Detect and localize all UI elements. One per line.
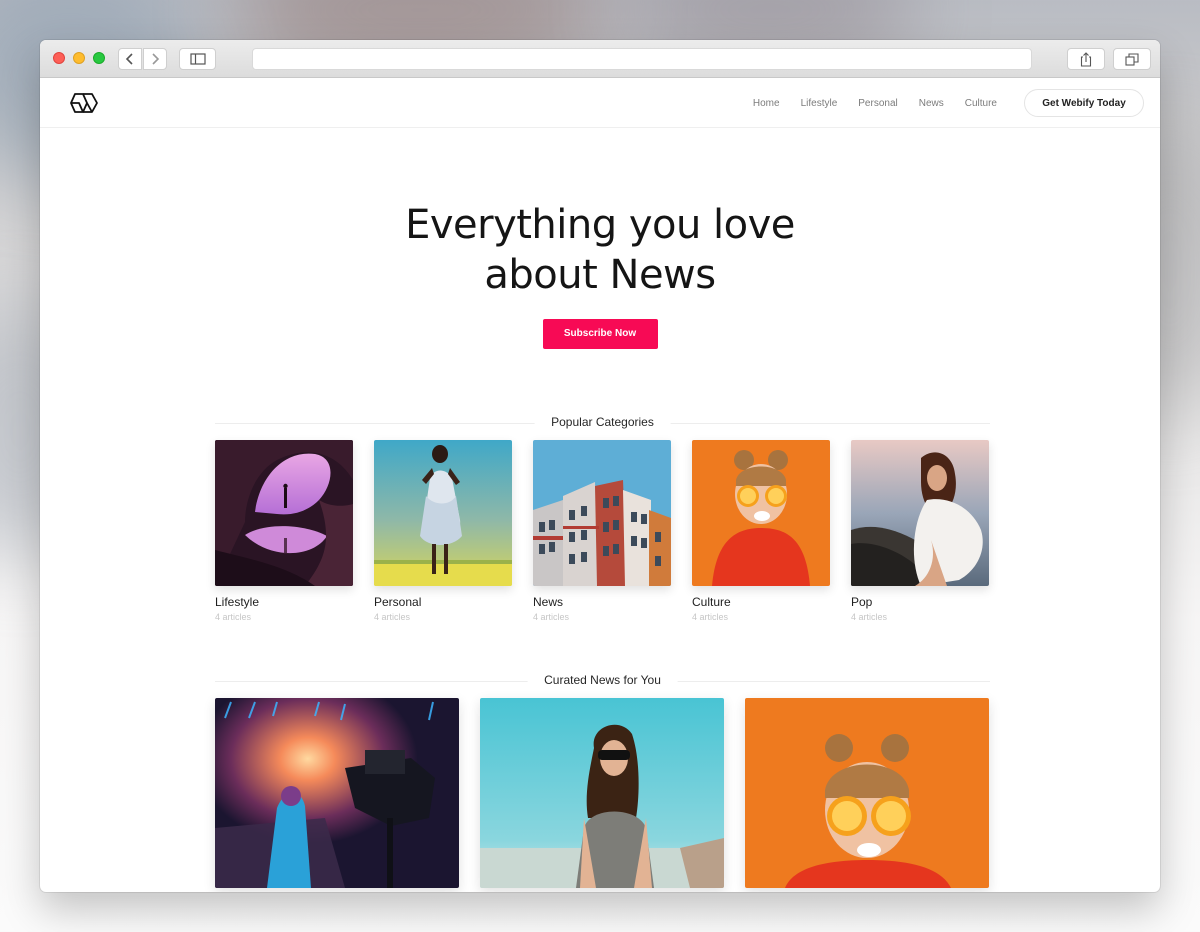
nav-lifestyle[interactable]: Lifestyle (801, 98, 838, 109)
category-count-personal: 4 articles (374, 612, 411, 622)
webify-logo-icon (70, 93, 98, 113)
news-card-1[interactable] (215, 698, 459, 888)
forward-button[interactable] (143, 48, 167, 70)
nav-personal[interactable]: Personal (858, 98, 897, 109)
category-image-personal[interactable] (374, 440, 512, 586)
tabs-overview-button[interactable] (1113, 48, 1151, 70)
category-count-pop: 4 articles (851, 612, 888, 622)
news-card-image[interactable] (215, 698, 459, 888)
category-name-culture: Culture (692, 595, 731, 609)
category-list: Lifestyle 4 articles Personal 4 articles… (215, 440, 1160, 622)
category-card-lifestyle[interactable]: Lifestyle 4 articles (215, 440, 353, 622)
nav-news[interactable]: News (919, 98, 944, 109)
nav-culture[interactable]: Culture (965, 98, 997, 109)
category-image-lifestyle[interactable] (215, 440, 353, 586)
popular-categories-title: Popular Categories (534, 415, 671, 429)
news-card-2[interactable] (480, 698, 724, 888)
category-card-culture[interactable]: Culture 4 articles (692, 440, 830, 622)
news-card-image[interactable] (480, 698, 724, 888)
share-button[interactable] (1067, 48, 1105, 70)
category-name-pop: Pop (851, 595, 873, 609)
hero-title-line-2: about News (484, 252, 716, 298)
category-name-personal: Personal (374, 595, 422, 609)
get-webify-button[interactable]: Get Webify Today (1024, 89, 1144, 117)
category-image-pop[interactable] (851, 440, 989, 586)
category-count-culture: 4 articles (692, 612, 729, 622)
site-logo[interactable] (67, 91, 101, 120)
back-button[interactable] (118, 48, 142, 70)
share-icon (1080, 51, 1092, 67)
category-card-pop[interactable]: Pop 4 articles (851, 440, 989, 622)
subscribe-button[interactable]: Subscribe Now (542, 319, 658, 349)
curated-news-title: Curated News for You (527, 673, 678, 687)
browser-toolbar (40, 40, 1160, 78)
category-count-news: 4 articles (533, 612, 570, 622)
news-card-image[interactable] (745, 698, 989, 888)
popular-categories-heading: Popular Categories (215, 415, 990, 431)
main-nav: Home Lifestyle Personal News Culture (732, 78, 997, 128)
category-name-news: News (533, 595, 564, 609)
close-window-button[interactable] (53, 52, 65, 64)
sidebar-icon (189, 53, 206, 65)
address-bar[interactable] (252, 48, 1032, 70)
curated-news-list (215, 698, 1160, 888)
curated-news-heading: Curated News for You (215, 673, 990, 689)
site-header: Home Lifestyle Personal News Culture Get… (40, 78, 1160, 128)
chevron-right-icon (152, 53, 160, 65)
tabs-icon (1125, 52, 1139, 66)
nav-home[interactable]: Home (753, 98, 780, 109)
category-name-lifestyle: Lifestyle (215, 595, 260, 609)
category-image-culture[interactable] (692, 440, 830, 586)
sidebar-toggle-button[interactable] (179, 48, 216, 70)
news-card-3[interactable] (745, 698, 989, 888)
hero-title: Everything you love about News (40, 200, 1160, 300)
category-card-news[interactable]: News 4 articles (533, 440, 671, 622)
chevron-left-icon (125, 53, 133, 65)
minimize-window-button[interactable] (73, 52, 85, 64)
category-image-news[interactable] (533, 440, 671, 586)
hero: Everything you love about News Subscribe… (40, 128, 1160, 349)
browser-window: Home Lifestyle Personal News Culture Get… (40, 40, 1160, 892)
hero-title-line-1: Everything you love (405, 202, 795, 248)
zoom-window-button[interactable] (93, 52, 105, 64)
category-card-personal[interactable]: Personal 4 articles (374, 440, 512, 622)
category-count-lifestyle: 4 articles (215, 612, 252, 622)
